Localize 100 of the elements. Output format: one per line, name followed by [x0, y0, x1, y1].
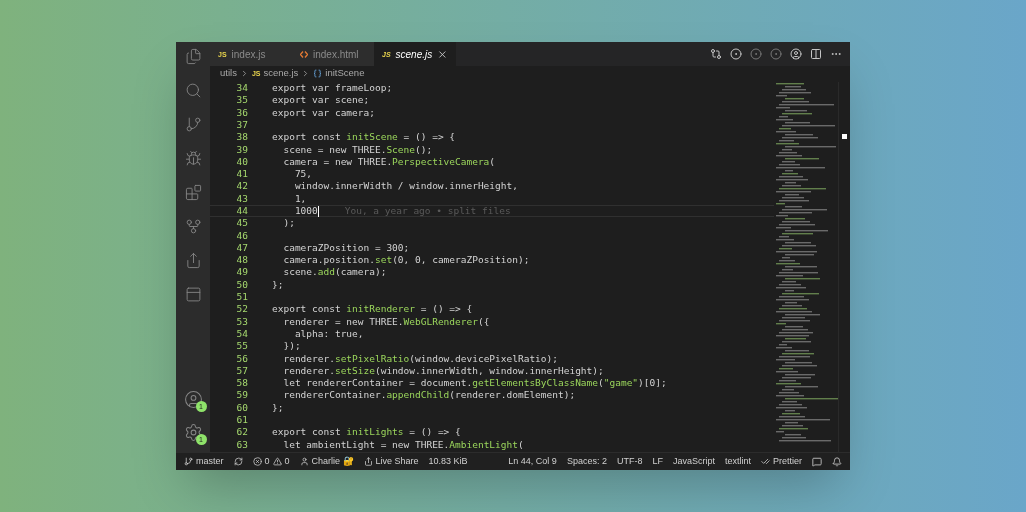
warning-count: 0	[284, 454, 290, 468]
branch-status[interactable]: master	[184, 454, 224, 469]
close-icon[interactable]	[437, 48, 448, 60]
user-status[interactable]: Charlie 🔐	[299, 454, 354, 469]
line-number: 44	[235, 204, 248, 218]
editor-tab[interactable]: index.html	[292, 42, 374, 66]
bell-icon[interactable]	[832, 456, 842, 467]
code-line: 75,	[293, 167, 313, 182]
line-number: 37	[235, 117, 248, 132]
line-number: 52	[235, 302, 248, 317]
code-line: let rendererContainer = document.getElementsByClassName("game")[0];	[282, 376, 667, 391]
bug-icon[interactable]	[184, 150, 202, 167]
code-line: export var camera;	[272, 105, 375, 120]
status-item[interactable]: textlint	[724, 454, 751, 469]
status-item[interactable]: UTF-8	[616, 454, 643, 469]
code-line: scene = new THREE.Scene();	[282, 142, 433, 157]
code-line: rendererContainer.appendChild(renderer.domElement);	[282, 388, 576, 403]
line-number: 43	[235, 191, 248, 206]
error-count: 0	[264, 454, 270, 468]
line-number: 55	[235, 339, 248, 354]
code-line: renderer.setPixelRatio(window.devicePixelRatio);	[282, 351, 558, 366]
code-line: export const initRenderer = () => {	[272, 302, 473, 317]
line-number: 59	[235, 388, 248, 403]
line-number: 45	[235, 216, 248, 231]
code-line: alpha: true,	[293, 326, 364, 341]
line-number: 38	[235, 130, 248, 145]
branch-icon[interactable]	[184, 116, 202, 133]
line-number: 35	[235, 93, 248, 108]
feedback-icon[interactable]	[812, 456, 822, 467]
account-icon[interactable]	[183, 390, 203, 409]
code-line: );	[282, 216, 295, 231]
line-number: 40	[235, 154, 248, 169]
code-line: scene.add(camera);	[282, 265, 387, 280]
settings-icon[interactable]	[183, 423, 203, 442]
branch-icon	[184, 457, 193, 466]
problems-status[interactable]: 0 0	[252, 454, 290, 469]
line-number: 63	[235, 437, 248, 452]
code-line: });	[282, 339, 301, 354]
line-number: 57	[235, 363, 248, 378]
search-icon[interactable]	[184, 82, 202, 99]
status-item[interactable]: Spaces: 2	[566, 454, 607, 469]
line-number: 61	[235, 413, 248, 428]
line-number: 46	[235, 228, 248, 243]
code-line: cameraZPosition = 300;	[282, 240, 410, 255]
code-line: camera.position.set(0, 0, cameraZPosition);	[282, 253, 530, 268]
code-line: export const initLights = () => {	[272, 425, 461, 440]
browser-window-icon[interactable]	[184, 286, 202, 303]
line-number: 54	[235, 326, 248, 341]
code-line: export var frameLoop;	[272, 81, 393, 96]
code-line: renderer.setSize(window.innerWidth, window.innerHeight);	[282, 363, 604, 378]
double-check-icon	[761, 457, 770, 466]
sync-icon[interactable]	[233, 457, 243, 466]
breadcrumb-item[interactable]: scene.js	[263, 65, 299, 81]
person-icon	[299, 457, 309, 466]
code-line: window.innerWidth / window.innerHeight,	[293, 179, 518, 194]
code-line: let ambientLight = new THREE.AmbientLight(	[282, 437, 524, 452]
line-number: 50	[235, 277, 248, 292]
code-line: };	[272, 400, 284, 415]
line-number: 42	[235, 179, 248, 194]
symbol-icon	[313, 68, 323, 78]
line-number: 36	[235, 105, 248, 120]
line-number: 49	[235, 265, 248, 280]
code-line: renderer = new THREE.WebGLRenderer({	[282, 314, 490, 329]
line-number: 53	[235, 314, 248, 329]
status-item[interactable]: 10.83 KiB	[428, 454, 468, 469]
files-icon[interactable]	[184, 48, 202, 65]
warning-icon	[272, 457, 282, 466]
fork-icon[interactable]	[184, 218, 202, 235]
status-item[interactable]: LF	[652, 454, 663, 469]
line-number: 39	[235, 142, 248, 157]
code-brackets-icon	[300, 50, 308, 58]
code-line: export var scene;	[272, 93, 370, 108]
breadcrumb-item[interactable]: initScene	[325, 65, 365, 81]
status-item[interactable]: JavaScript	[672, 454, 715, 469]
circle-dot-icon[interactable]	[750, 48, 762, 60]
line-number: 48	[235, 253, 248, 268]
split-editor-icon[interactable]	[810, 48, 822, 60]
live-share-status[interactable]: Live Share	[363, 454, 419, 469]
line-number: 51	[235, 290, 248, 305]
code-line: };	[272, 277, 284, 292]
code-line: export const initScene = () => {	[272, 130, 456, 145]
line-number: 56	[235, 351, 248, 366]
line-number: 34	[235, 81, 248, 96]
share-icon	[363, 457, 373, 466]
circle-dot-icon[interactable]	[770, 48, 782, 60]
line-number: 41	[235, 167, 248, 182]
share-icon[interactable]	[184, 252, 202, 269]
status-item[interactable]: Ln 44, Col 9	[508, 454, 557, 469]
person-circle-icon[interactable]	[790, 48, 802, 60]
breadcrumb-item[interactable]: utils	[220, 65, 237, 81]
extensions-icon[interactable]	[184, 184, 202, 201]
text-cursor	[317, 205, 319, 217]
code-line: camera = new THREE.PerspectiveCamera(	[282, 154, 496, 169]
line-number: 62	[235, 425, 248, 440]
circle-dot-icon[interactable]	[730, 48, 742, 60]
prettier-status[interactable]: Prettier	[761, 454, 802, 469]
error-icon	[252, 457, 262, 466]
line-number: 58	[235, 376, 248, 391]
compare-icon[interactable]	[710, 48, 722, 60]
code-line: 1000	[293, 204, 318, 218]
